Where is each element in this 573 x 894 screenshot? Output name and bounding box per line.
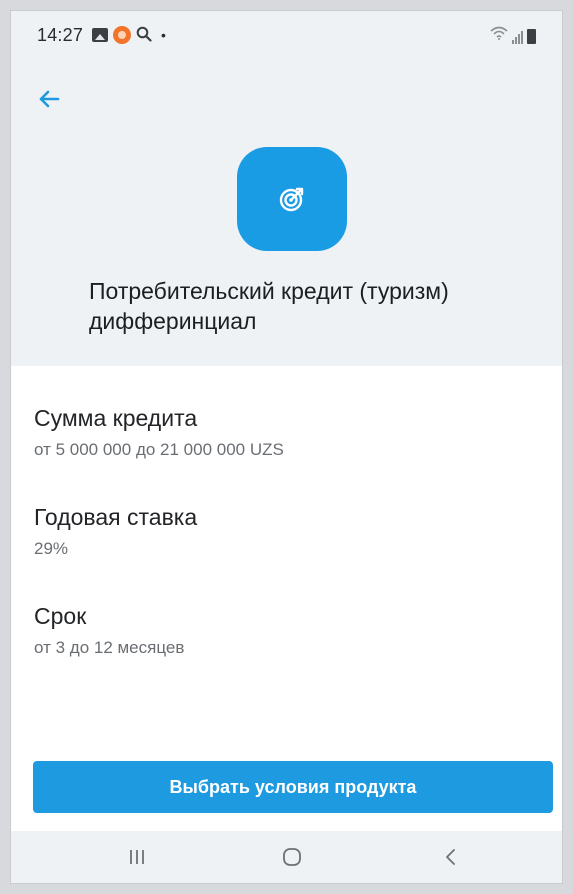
home-icon xyxy=(283,848,301,866)
gallery-icon xyxy=(92,28,109,42)
target-icon xyxy=(279,187,304,212)
status-right xyxy=(490,26,536,44)
wifi-icon xyxy=(490,26,508,44)
annual-rate-section: Годовая ставка 29% xyxy=(34,503,534,602)
phone-screen: 14:27 • Потребительский кредит (туризм) … xyxy=(10,10,563,884)
recent-apps-button[interactable] xyxy=(107,831,167,883)
status-bar: 14:27 • xyxy=(11,11,562,59)
annual-rate-value: 29% xyxy=(34,539,69,558)
dot-icon: • xyxy=(161,27,166,43)
signal-icon xyxy=(512,30,523,44)
battery-icon xyxy=(527,29,536,44)
term-label: Срок xyxy=(34,603,87,629)
system-nav-bar xyxy=(11,831,562,883)
product-icon-tile xyxy=(237,147,347,251)
loan-amount-value: от 5 000 000 до 21 000 000 UZS xyxy=(34,440,284,459)
back-icon xyxy=(446,849,455,865)
home-button[interactable] xyxy=(262,831,322,883)
product-details: Сумма кредита от 5 000 000 до 21 000 000… xyxy=(34,404,534,701)
system-back-button[interactable] xyxy=(421,831,481,883)
select-product-terms-button[interactable]: Выбрать условия продукта xyxy=(33,761,553,813)
arrow-left-icon xyxy=(39,90,60,108)
loan-amount-section: Сумма кредита от 5 000 000 до 21 000 000… xyxy=(34,404,534,503)
app-notification-icon xyxy=(113,26,132,44)
status-left: 14:27 • xyxy=(37,25,166,46)
term-section: Срок от 3 до 12 месяцев xyxy=(34,602,534,701)
status-time: 14:27 xyxy=(37,24,84,45)
product-header: Потребительский кредит (туризм) дифферин… xyxy=(11,59,562,366)
term-value: от 3 до 12 месяцев xyxy=(34,638,185,657)
loan-amount-label: Сумма кредита xyxy=(34,405,198,431)
back-button[interactable] xyxy=(33,83,65,115)
product-title: Потребительский кредит (туризм) дифферин… xyxy=(89,278,449,334)
annual-rate-label: Годовая ставка xyxy=(34,504,198,530)
recent-apps-icon xyxy=(130,850,144,864)
search-icon xyxy=(136,26,152,45)
